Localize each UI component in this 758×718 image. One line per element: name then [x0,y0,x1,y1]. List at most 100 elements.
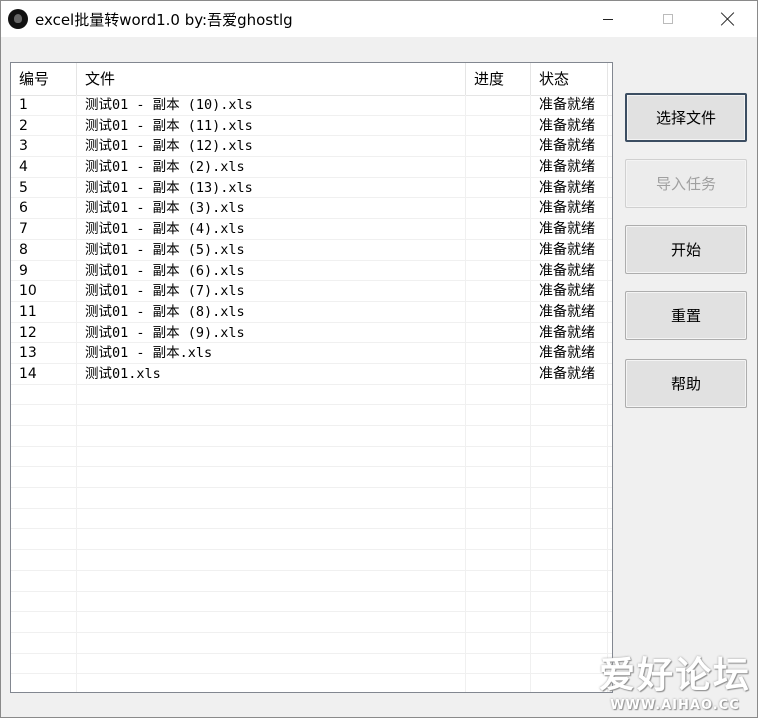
cell-id [11,384,77,405]
cell-status [531,570,608,591]
cell-id: 14 [11,363,77,384]
empty-row [11,467,612,489]
table-row[interactable]: 2 测试01 - 副本 (11).xls 准备就绪 [11,115,612,137]
table-row[interactable]: 7 测试01 - 副本 (4).xls 准备就绪 [11,219,612,240]
cell-status: 准备就绪 [531,322,608,343]
cell-file [77,591,466,612]
cell-progress [466,198,531,219]
cell-id: 10 [11,281,77,301]
column-header-progress[interactable]: 进度 [466,63,531,95]
cell-progress [466,115,531,136]
cell-status [531,426,608,446]
cell-progress [466,260,531,281]
cell-file [77,529,466,550]
empty-row [11,550,612,571]
table-row[interactable]: 12 测试01 - 副本 (9).xls 准备就绪 [11,322,612,344]
empty-row [11,446,612,468]
cell-file: 测试01 - 副本 (8).xls [77,301,466,322]
start-button[interactable]: 开始 [625,225,747,274]
cell-progress [466,529,531,550]
cell-status [531,674,608,692]
cell-file [77,384,466,405]
table-row[interactable]: 10 测试01 - 副本 (7).xls 准备就绪 [11,281,612,302]
table-row[interactable]: 8 测试01 - 副本 (5).xls 准备就绪 [11,239,612,261]
cell-progress [466,322,531,343]
cell-id: 8 [11,239,77,260]
column-header-status[interactable]: 状态 [531,63,608,95]
empty-row [11,488,612,509]
cell-id [11,467,77,488]
cell-progress [466,446,531,467]
cell-status: 准备就绪 [531,198,608,219]
cell-progress [466,591,531,612]
cell-file: 测试01 - 副本 (9).xls [77,322,466,343]
empty-row [11,591,612,613]
title-bar[interactable]: excel批量转word1.0 by:吾爱ghostlg [1,1,757,37]
cell-progress [466,384,531,405]
cell-id [11,570,77,591]
cell-progress [466,219,531,239]
cell-status: 准备就绪 [531,343,608,363]
cell-file [77,508,466,529]
minimize-icon [603,18,613,20]
empty-row [11,426,612,447]
cell-status: 准备就绪 [531,219,608,239]
cell-status: 准备就绪 [531,95,608,115]
cell-progress [466,653,531,674]
cell-id: 9 [11,260,77,281]
cell-progress [466,157,531,177]
cell-id [11,529,77,550]
table-row[interactable]: 4 测试01 - 副本 (2).xls 准备就绪 [11,157,612,178]
cell-status: 准备就绪 [531,136,608,157]
cell-progress [466,301,531,322]
cell-id [11,653,77,674]
empty-row [11,612,612,633]
table-row[interactable]: 5 测试01 - 副本 (13).xls 准备就绪 [11,177,612,199]
table-row[interactable]: 9 测试01 - 副本 (6).xls 准备就绪 [11,260,612,282]
table-row[interactable]: 3 测试01 - 副本 (12).xls 准备就绪 [11,136,612,158]
cell-file: 测试01.xls [77,363,466,384]
cell-progress [466,467,531,488]
table-row[interactable]: 1 测试01 - 副本 (10).xls 准备就绪 [11,95,612,116]
column-header-file[interactable]: 文件 [77,63,466,95]
cell-file: 测试01 - 副本 (4).xls [77,219,466,239]
cell-id [11,488,77,508]
column-header-id[interactable]: 编号 [11,63,77,95]
help-button[interactable]: 帮助 [625,359,747,408]
cell-status: 准备就绪 [531,157,608,177]
cell-progress [466,177,531,198]
cell-file: 测试01 - 副本 (5).xls [77,239,466,260]
cell-id [11,632,77,653]
minimize-button[interactable] [581,1,635,37]
cell-file: 测试01 - 副本 (6).xls [77,260,466,281]
empty-row [11,405,612,426]
watermark-main: 爱好论坛 [598,655,751,696]
cell-progress [466,612,531,632]
cell-progress [466,343,531,363]
cell-file [77,632,466,653]
table-row[interactable]: 13 测试01 - 副本.xls 准备就绪 [11,343,612,364]
table-row[interactable]: 11 测试01 - 副本 (8).xls 准备就绪 [11,301,612,323]
empty-row [11,384,612,406]
cell-progress [466,363,531,384]
watermark: 爱好论坛 WWW.AIHAO.CC [599,646,751,713]
cell-progress [466,239,531,260]
cell-status [531,384,608,405]
window-title: excel批量转word1.0 by:吾爱ghostlg [35,10,293,29]
cell-status [531,446,608,467]
cell-file [77,570,466,591]
close-button[interactable] [701,1,755,37]
file-list[interactable]: 编号 文件 进度 状态 1 测试01 - 副本 (10).xls 准备就绪 2 测试01… [10,62,613,693]
cell-file: 测试01 - 副本 (7).xls [77,281,466,301]
maximize-icon [663,14,673,24]
reset-button[interactable]: 重置 [625,291,747,340]
cell-status: 准备就绪 [531,281,608,301]
cell-id [11,405,77,425]
select-file-button[interactable]: 选择文件 [625,93,747,142]
cell-status [531,612,608,632]
cell-file: 测试01 - 副本 (2).xls [77,157,466,177]
table-row[interactable]: 14 测试01.xls 准备就绪 [11,363,612,385]
cell-progress [466,281,531,301]
cell-status: 准备就绪 [531,301,608,322]
table-row[interactable]: 6 测试01 - 副本 (3).xls 准备就绪 [11,198,612,220]
